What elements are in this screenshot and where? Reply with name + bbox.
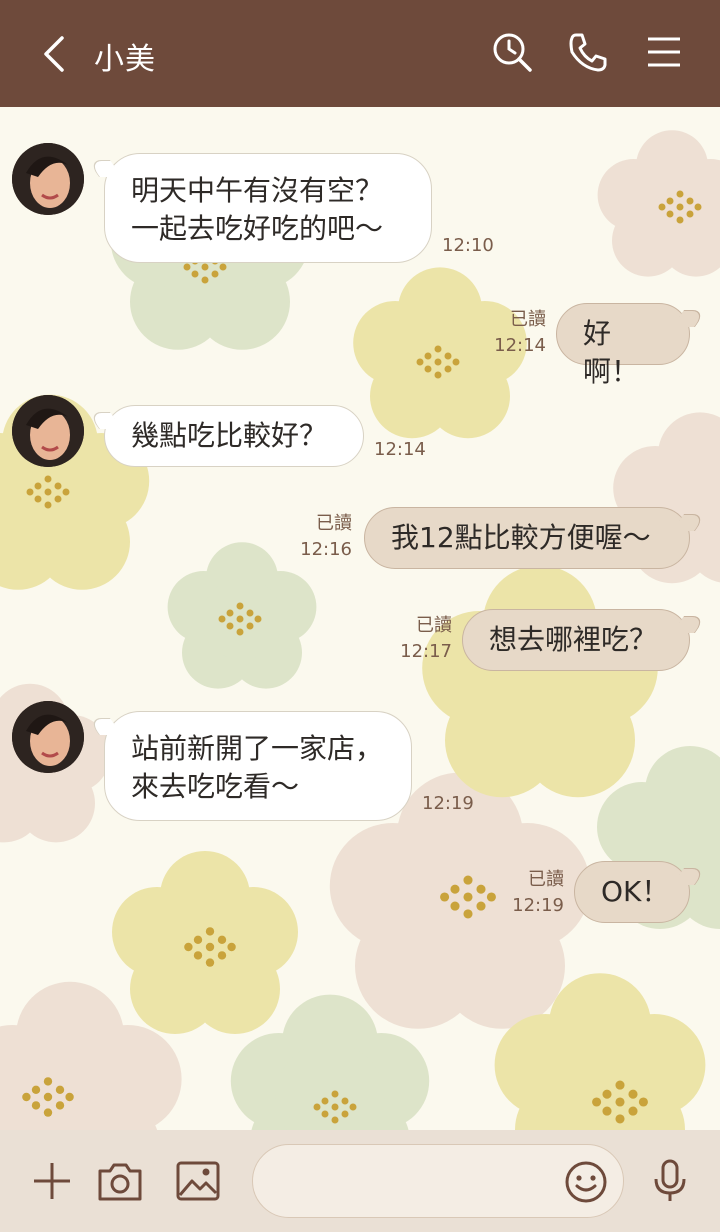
image-icon[interactable]: [174, 1157, 222, 1205]
search-history-icon[interactable]: [490, 30, 534, 74]
chevron-left-icon[interactable]: [36, 30, 76, 78]
smiley-icon[interactable]: [561, 1157, 611, 1207]
message-time: 12:17: [400, 641, 452, 662]
read-receipt: 已讀: [528, 869, 564, 890]
message-meta: 已讀 12:19: [508, 867, 564, 919]
avatar[interactable]: [12, 395, 84, 467]
avatar-image: [12, 143, 84, 215]
message-time: 12:19: [512, 895, 564, 916]
message-bubble-outgoing[interactable]: 我12點比較方便喔～: [364, 507, 690, 569]
read-receipt: 已讀: [316, 513, 352, 534]
message-bubble-incoming[interactable]: 明天中午有沒有空？ 一起去吃好吃的吧～: [104, 153, 432, 263]
hamburger-menu-icon[interactable]: [642, 30, 686, 74]
camera-icon[interactable]: [96, 1157, 144, 1205]
phone-icon[interactable]: [566, 30, 610, 74]
read-receipt: 已讀: [510, 309, 546, 330]
message-meta: 已讀 12:16: [296, 511, 352, 563]
message-composer-bar: [0, 1130, 720, 1232]
chat-header: 小美: [0, 0, 720, 107]
message-bubble-incoming[interactable]: 站前新開了一家店， 來去吃吃看～: [104, 711, 412, 821]
message-input[interactable]: [277, 1163, 567, 1201]
avatar-image: [12, 701, 84, 773]
message-time: 12:14: [494, 335, 546, 356]
avatar[interactable]: [12, 143, 84, 215]
message-list[interactable]: 明天中午有沒有空？ 一起去吃好吃的吧～ 12:10 已讀 12:14 好啊！ 幾…: [0, 107, 720, 1130]
avatar-image: [12, 395, 84, 467]
read-receipt: 已讀: [416, 615, 452, 636]
chat-title: 小美: [94, 42, 156, 77]
message-bubble-outgoing[interactable]: OK！: [574, 861, 690, 923]
microphone-icon[interactable]: [646, 1157, 694, 1205]
avatar[interactable]: [12, 701, 84, 773]
message-bubble-incoming[interactable]: 幾點吃比較好？: [104, 405, 364, 467]
message-time: 12:16: [300, 539, 352, 560]
message-bubble-outgoing[interactable]: 想去哪裡吃？: [462, 609, 690, 671]
message-meta: 已讀 12:14: [490, 307, 546, 359]
message-input-container: [252, 1144, 624, 1218]
plus-icon[interactable]: [28, 1157, 76, 1205]
message-time: 12:14: [374, 439, 426, 460]
message-time: 12:10: [442, 235, 494, 256]
message-meta: 已讀 12:17: [396, 613, 452, 665]
message-time: 12:19: [422, 793, 474, 814]
message-bubble-outgoing[interactable]: 好啊！: [556, 303, 690, 388]
